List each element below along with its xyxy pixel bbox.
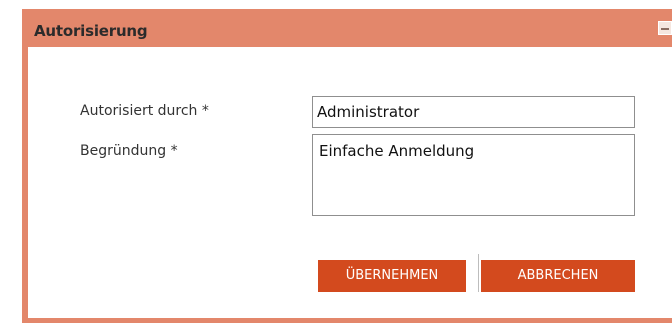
minimize-icon[interactable]: [658, 21, 672, 35]
screen: Autorisierung Autorisiert durch * Begrün…: [0, 0, 672, 331]
dialog-title: Autorisierung: [34, 22, 148, 40]
dialog-content: Autorisiert durch * Begründung * Einfach…: [28, 47, 672, 318]
reason-label: Begründung *: [80, 143, 178, 159]
cancel-button[interactable]: ABBRECHEN: [481, 260, 635, 292]
button-separator: [478, 254, 479, 292]
authorization-dialog: Autorisierung Autorisiert durch * Begrün…: [22, 9, 672, 323]
apply-button[interactable]: ÜBERNEHMEN: [318, 260, 466, 292]
authorized-by-label: Autorisiert durch *: [80, 103, 209, 119]
dialog-titlebar[interactable]: Autorisierung: [22, 9, 672, 47]
minimize-bar: [661, 28, 669, 30]
authorized-by-input[interactable]: [312, 96, 635, 128]
reason-textarea[interactable]: Einfache Anmeldung: [312, 134, 635, 216]
